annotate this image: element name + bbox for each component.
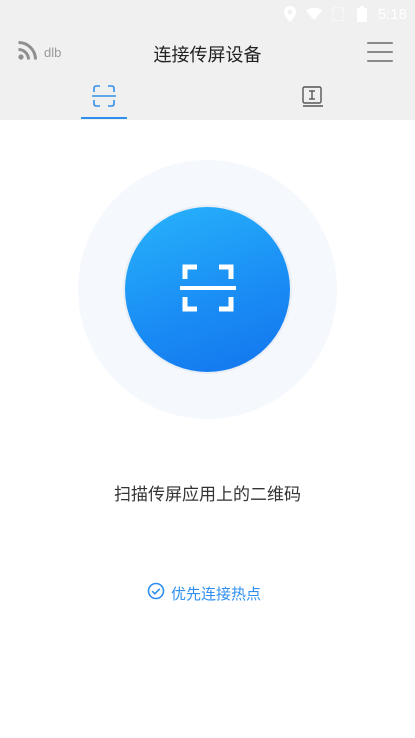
hamburger-menu-icon[interactable] [367, 42, 393, 62]
scan-qr-button[interactable] [125, 207, 290, 372]
active-tab-indicator [81, 117, 127, 119]
main-content: 扫描传屏应用上的二维码 优先连接热点 [0, 120, 415, 738]
app-header: dlb 连接传屏设备 [0, 28, 415, 120]
tab-code-input[interactable] [290, 78, 336, 120]
tab-scan[interactable] [81, 78, 127, 120]
location-icon [282, 6, 298, 22]
qr-scan-icon [179, 261, 237, 319]
battery-icon [354, 6, 370, 22]
sim-icon [330, 6, 346, 22]
status-bar: 5:18 [0, 0, 415, 28]
status-time: 5:18 [377, 5, 407, 23]
prefer-hotspot-option[interactable]: 优先连接热点 [147, 582, 261, 604]
code-input-icon [301, 84, 325, 112]
page-title: 连接传屏设备 [153, 45, 262, 66]
scan-instruction: 扫描传屏应用上的二维码 [114, 485, 301, 505]
scan-frame-icon [91, 84, 117, 112]
hotspot-label: 优先连接热点 [171, 584, 262, 603]
check-circle-icon [147, 582, 165, 604]
wifi-icon [305, 6, 322, 22]
